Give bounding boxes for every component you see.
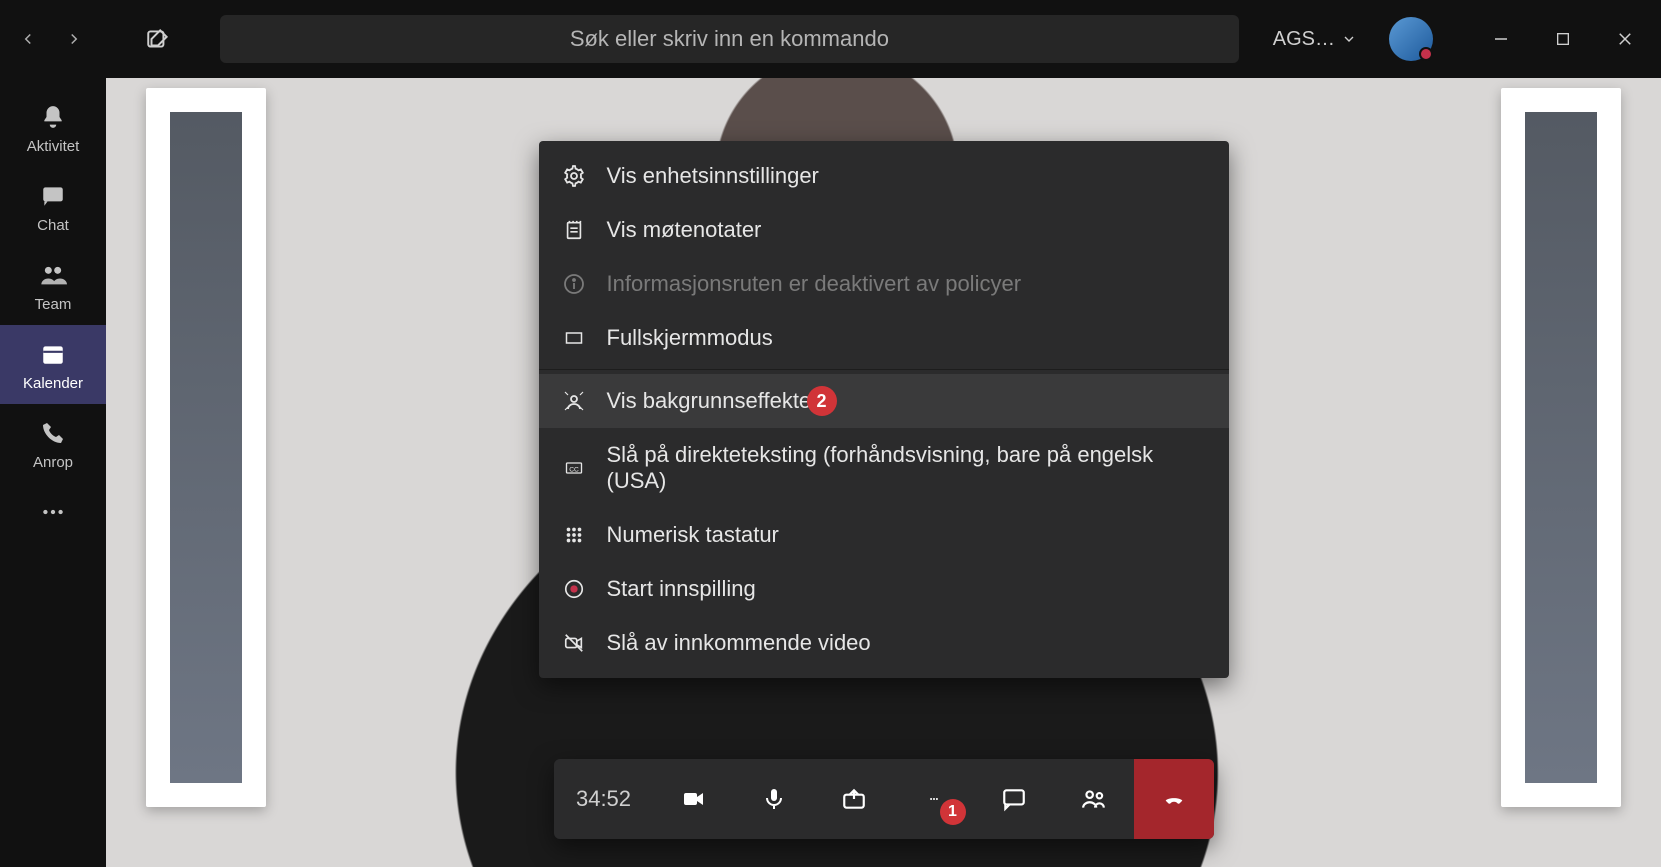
close-button[interactable]	[1607, 21, 1643, 57]
more-actions-menu: Vis enhetsinnstillinger Vis møtenotater …	[539, 141, 1229, 678]
sidebar-item-chat[interactable]: Chat	[0, 167, 106, 246]
avatar[interactable]	[1389, 17, 1433, 61]
menu-item-device-settings[interactable]: Vis enhetsinnstillinger	[539, 149, 1229, 203]
share-icon	[839, 784, 869, 814]
sidebar-item-calls[interactable]: Anrop	[0, 404, 106, 483]
menu-item-label: Numerisk tastatur	[607, 522, 779, 548]
mic-button[interactable]	[734, 759, 814, 839]
cc-icon: CC	[561, 455, 587, 481]
minimize-button[interactable]	[1483, 21, 1519, 57]
info-icon	[561, 271, 587, 297]
menu-item-info-disabled: Informasjonsruten er deaktivert av polic…	[539, 257, 1229, 311]
share-button[interactable]	[814, 759, 894, 839]
sidebar-item-team[interactable]: Team	[0, 246, 106, 325]
search-input[interactable]: Søk eller skriv inn en kommando	[220, 15, 1239, 63]
svg-text:CC: CC	[569, 466, 579, 473]
timer-value: 34:52	[576, 786, 631, 812]
bell-icon	[38, 102, 68, 132]
sidebar-item-label: Team	[35, 296, 72, 313]
menu-item-start-recording[interactable]: Start innspilling	[539, 562, 1229, 616]
participants-button[interactable]	[1054, 759, 1134, 839]
menu-item-label: Fullskjermmodus	[607, 325, 773, 351]
menu-item-label: Vis bakgrunnseffekter	[607, 388, 819, 414]
menu-item-label: Slå på direkteteksting (forhåndsvisning,…	[607, 442, 1207, 494]
hangup-icon	[1159, 784, 1189, 814]
window-controls	[1483, 21, 1643, 57]
fullscreen-icon	[561, 325, 587, 351]
sidebar-item-calendar[interactable]: Kalender	[0, 325, 106, 404]
presence-indicator	[1419, 47, 1433, 61]
video-off-icon	[561, 630, 587, 656]
mic-icon	[759, 784, 789, 814]
sidebar-item-label: Anrop	[33, 454, 73, 471]
menu-item-label: Start innspilling	[607, 576, 756, 602]
people-icon	[38, 260, 68, 290]
menu-item-meeting-notes[interactable]: Vis møtenotater	[539, 203, 1229, 257]
more-button[interactable]: 1	[894, 759, 974, 839]
menu-item-label: Vis enhetsinnstillinger	[607, 163, 819, 189]
menu-item-live-captions[interactable]: CC Slå på direkteteksting (forhåndsvisni…	[539, 428, 1229, 508]
sidebar-item-activity[interactable]: Aktivitet	[0, 88, 106, 167]
ellipsis-icon	[38, 497, 68, 527]
titlebar: Søk eller skriv inn en kommando AGS…	[0, 0, 1661, 78]
menu-item-turn-off-incoming-video[interactable]: Slå av innkommende video	[539, 616, 1229, 670]
sidebar-item-label: Chat	[37, 217, 69, 234]
nav-arrows	[18, 29, 84, 49]
call-controls: 34:52 1	[554, 759, 1214, 839]
chat-button[interactable]	[974, 759, 1054, 839]
menu-item-background-effects[interactable]: Vis bakgrunnseffekter 2	[539, 374, 1229, 428]
sidebar-item-more[interactable]	[0, 483, 106, 539]
sidebar-item-label: Kalender	[23, 375, 83, 392]
maximize-button[interactable]	[1545, 21, 1581, 57]
notes-icon	[561, 217, 587, 243]
people-icon	[1079, 784, 1109, 814]
annotation-badge-1: 1	[940, 799, 966, 825]
phone-icon	[38, 418, 68, 448]
menu-item-label: Vis møtenotater	[607, 217, 762, 243]
menu-item-label: Informasjonsruten er deaktivert av polic…	[607, 271, 1022, 297]
background-effects-icon	[561, 388, 587, 414]
gear-icon	[561, 163, 587, 189]
menu-item-keypad[interactable]: Numerisk tastatur	[539, 508, 1229, 562]
camera-button[interactable]	[654, 759, 734, 839]
call-timer: 34:52	[554, 759, 654, 839]
forward-button[interactable]	[64, 29, 84, 49]
back-button[interactable]	[18, 29, 38, 49]
chat-icon	[38, 181, 68, 211]
chat-icon	[999, 784, 1029, 814]
annotation-badge-2: 2	[807, 386, 837, 416]
record-icon	[561, 576, 587, 602]
compose-icon[interactable]	[144, 25, 172, 53]
hangup-button[interactable]	[1134, 759, 1214, 839]
wall-frame-right	[1501, 88, 1621, 807]
meeting-stage: Vis enhetsinnstillinger Vis møtenotater …	[106, 78, 1661, 867]
org-picker[interactable]: AGS…	[1273, 28, 1357, 51]
keypad-icon	[561, 522, 587, 548]
search-placeholder: Søk eller skriv inn en kommando	[570, 26, 889, 52]
wall-frame-left	[146, 88, 266, 807]
menu-separator	[539, 369, 1229, 370]
menu-item-fullscreen[interactable]: Fullskjermmodus	[539, 311, 1229, 365]
app-sidebar: Aktivitet Chat Team Kalender Anrop	[0, 78, 106, 867]
menu-item-label: Slå av innkommende video	[607, 630, 871, 656]
video-icon	[679, 784, 709, 814]
org-label: AGS…	[1273, 28, 1335, 51]
sidebar-item-label: Aktivitet	[27, 138, 80, 155]
calendar-icon	[38, 339, 68, 369]
